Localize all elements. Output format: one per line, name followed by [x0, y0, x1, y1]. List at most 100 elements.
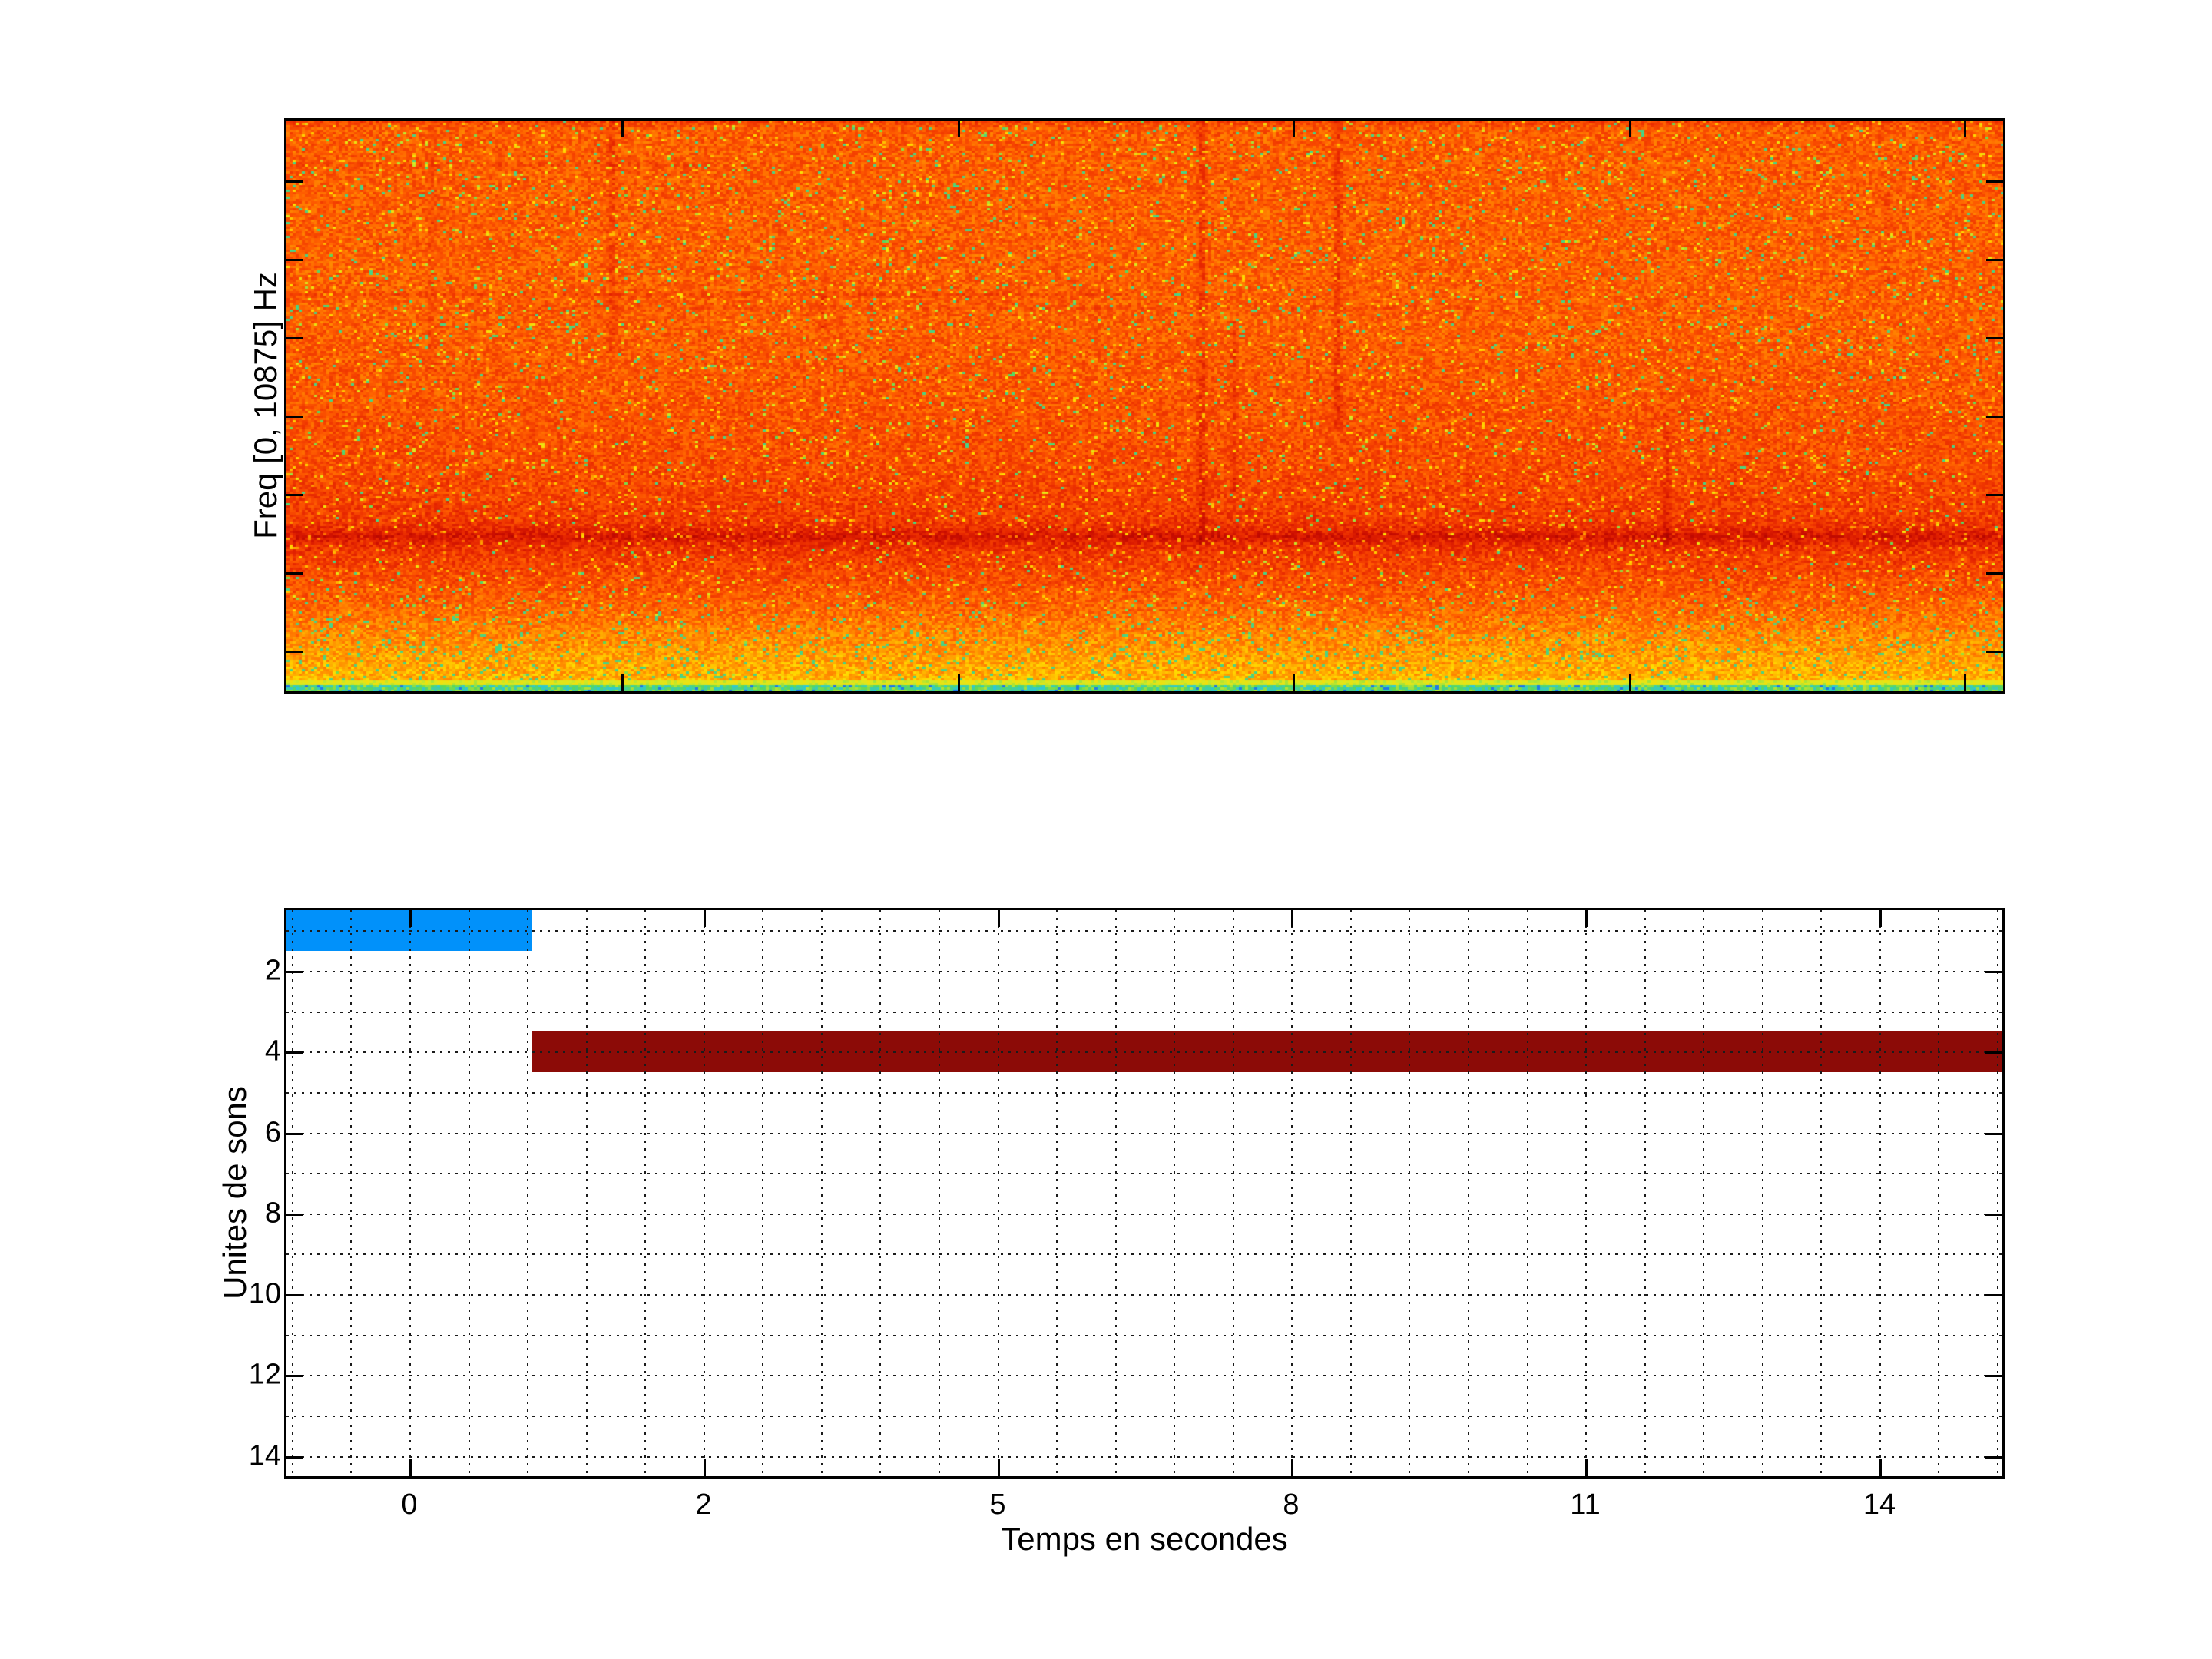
activity-horizontal-gridline: [286, 1214, 2002, 1215]
spec-bottom-tick-3: [1629, 674, 1631, 691]
activity-vertical-gridline: [350, 910, 352, 1476]
spec-right-tick-4: [1986, 494, 2003, 496]
activity-vertical-gridline: [1291, 910, 1293, 1476]
activity-vertical-gridline: [1350, 910, 1352, 1476]
activity-vertical-gridline: [879, 910, 881, 1476]
activity-plot-area: [284, 908, 2005, 1479]
act-top-tick-3: [1291, 910, 1293, 927]
spec-right-tick-3: [1986, 416, 2003, 418]
activity-x-axis-label: Temps en secondes: [1001, 1521, 1288, 1557]
spec-right-tick-2: [1986, 337, 2003, 339]
x-tick-label-11: 11: [1570, 1488, 1601, 1521]
act-right-tick-0: [1985, 971, 2002, 973]
spec-left-tick-6: [286, 651, 303, 653]
act-bottom-tick-0: [409, 1459, 412, 1476]
x-tick-label-0: 0: [401, 1488, 418, 1521]
act-top-tick-4: [1585, 910, 1588, 927]
spec-left-tick-4: [286, 494, 303, 496]
act-right-tick-5: [1985, 1375, 2002, 1377]
act-top-tick-0: [409, 910, 412, 927]
activity-vertical-gridline: [1115, 910, 1117, 1476]
spec-top-tick-2: [1293, 121, 1295, 137]
activity-vertical-gridline: [1468, 910, 1469, 1476]
y-tick-label-4: 4: [264, 1035, 281, 1068]
activity-horizontal-gridline: [286, 1294, 2002, 1296]
spec-top-tick-3: [1629, 121, 1631, 137]
activity-horizontal-gridline: [286, 930, 2002, 932]
activity-vertical-gridline: [586, 910, 588, 1476]
activity-horizontal-gridline: [286, 1051, 2002, 1053]
y-tick-label-10: 10: [248, 1277, 281, 1310]
activity-vertical-gridline: [704, 910, 705, 1476]
activity-vertical-gridline: [1820, 910, 1822, 1476]
activity-vertical-gridline: [939, 910, 940, 1476]
activity-vertical-gridline: [1056, 910, 1058, 1476]
activity-vertical-gridline: [821, 910, 823, 1476]
activity-vertical-gridline: [762, 910, 763, 1476]
spec-top-tick-0: [621, 121, 624, 137]
activity-vertical-gridline: [527, 910, 528, 1476]
activity-vertical-gridline: [1997, 910, 1998, 1476]
activity-vertical-gridline: [1409, 910, 1410, 1476]
act-left-tick-2: [286, 1133, 303, 1135]
x-tick-label-14: 14: [1863, 1488, 1896, 1521]
act-left-tick-4: [286, 1294, 303, 1296]
activity-horizontal-gridline: [286, 1092, 2002, 1094]
act-bottom-tick-2: [998, 1459, 1000, 1476]
act-bottom-tick-3: [1291, 1459, 1293, 1476]
matlab-figure: Freq [0, 10875] Hz Unites de sons Temps …: [0, 0, 2212, 1659]
activity-vertical-gridline: [1527, 910, 1528, 1476]
act-left-tick-3: [286, 1214, 303, 1216]
act-left-tick-0: [286, 971, 303, 973]
act-bottom-tick-5: [1879, 1459, 1882, 1476]
spec-top-tick-4: [1964, 121, 1966, 137]
activity-horizontal-gridline: [286, 1133, 2002, 1134]
spec-left-tick-5: [286, 572, 303, 575]
activity-horizontal-gridline: [286, 1173, 2002, 1174]
act-top-tick-5: [1879, 910, 1882, 927]
spec-right-tick-5: [1986, 572, 2003, 575]
act-right-tick-2: [1985, 1133, 2002, 1135]
act-bottom-tick-4: [1585, 1459, 1588, 1476]
act-right-tick-4: [1985, 1294, 2002, 1296]
x-tick-label-5: 5: [989, 1488, 1006, 1521]
spec-right-tick-0: [1986, 180, 2003, 183]
activity-horizontal-gridline: [286, 971, 2002, 972]
activity-horizontal-gridline: [286, 1375, 2002, 1376]
activity-horizontal-gridline: [286, 1253, 2002, 1255]
spec-bottom-tick-2: [1293, 674, 1295, 691]
spec-left-tick-1: [286, 259, 303, 261]
spec-left-tick-0: [286, 180, 303, 183]
act-right-tick-1: [1985, 1051, 2002, 1054]
spec-top-tick-1: [958, 121, 960, 137]
y-tick-label-6: 6: [264, 1116, 281, 1149]
spec-bottom-tick-4: [1964, 674, 1966, 691]
activity-vertical-gridline: [998, 910, 999, 1476]
activity-vertical-gridline: [644, 910, 646, 1476]
x-tick-label-2: 2: [695, 1488, 712, 1521]
activity-horizontal-gridline: [286, 1012, 2002, 1013]
activity-vertical-gridline: [1879, 910, 1881, 1476]
spectrogram-y-axis-label: Freq [0, 10875] Hz: [247, 272, 283, 539]
act-top-tick-2: [998, 910, 1000, 927]
activity-vertical-gridline: [469, 910, 470, 1476]
x-tick-label-8: 8: [1283, 1488, 1300, 1521]
spec-bottom-tick-1: [958, 674, 960, 691]
activity-vertical-gridline: [1174, 910, 1175, 1476]
spec-left-tick-2: [286, 337, 303, 339]
act-left-tick-1: [286, 1051, 303, 1054]
act-top-tick-1: [704, 910, 706, 927]
act-left-tick-6: [286, 1456, 303, 1459]
activity-vertical-gridline: [1585, 910, 1587, 1476]
spec-bottom-tick-0: [621, 674, 624, 691]
spec-right-tick-1: [1986, 259, 2003, 261]
act-right-tick-6: [1985, 1456, 2002, 1459]
activity-vertical-gridline: [1703, 910, 1704, 1476]
spectrogram-heatmap-canvas: [286, 121, 2003, 691]
spectrogram-plot-area: [284, 118, 2005, 694]
act-left-tick-5: [286, 1375, 303, 1377]
activity-vertical-gridline: [409, 910, 411, 1476]
spec-left-tick-3: [286, 416, 303, 418]
activity-horizontal-gridline: [286, 1335, 2002, 1336]
activity-vertical-gridline: [292, 910, 293, 1476]
